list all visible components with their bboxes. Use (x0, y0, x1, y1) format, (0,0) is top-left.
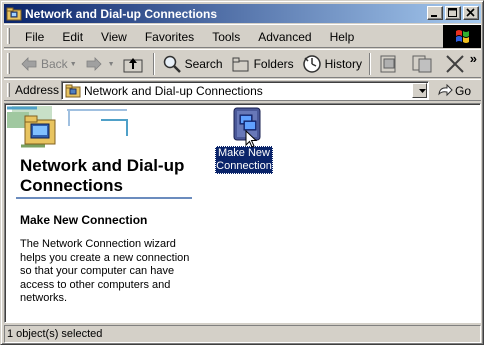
address-dropdown-button[interactable] (412, 83, 427, 98)
menu-help[interactable]: Help (321, 29, 364, 45)
forward-dropdown-icon[interactable]: ▼ (108, 61, 115, 68)
maximize-icon (448, 8, 457, 17)
title-bar[interactable]: Network and Dial-up Connections (4, 4, 481, 23)
address-label: Address (15, 83, 60, 97)
address-bar: Address Network and Dial-up Connections … (4, 79, 481, 101)
back-arrow-icon (21, 57, 37, 71)
chevron-down-icon (419, 89, 426, 93)
panel-description: The Network Connection wizard helps you … (20, 238, 190, 304)
go-arrow-icon (438, 83, 453, 96)
folders-icon (232, 57, 249, 72)
address-value: Network and Dial-up Connections (84, 83, 263, 98)
mouse-pointer-icon (245, 130, 257, 148)
status-text: 1 object(s) selected (4, 325, 481, 343)
move-to-button[interactable] (374, 53, 407, 75)
webview-header-graphic (7, 106, 128, 148)
menu-favorites[interactable]: Favorites (136, 29, 203, 45)
up-folder-icon (123, 58, 143, 73)
standard-toolbar: Back ▼ ▼ Search Folders History » (4, 49, 481, 78)
folder-view[interactable]: Network and Dial-up Connections Make New… (4, 103, 481, 323)
toolbar-separator (152, 53, 155, 75)
windows-logo (443, 25, 481, 48)
back-button[interactable]: Back ▼ (16, 53, 81, 75)
back-dropdown-icon[interactable]: ▼ (70, 61, 77, 68)
maximize-button[interactable] (445, 6, 461, 20)
go-label: Go (455, 83, 472, 98)
search-icon (163, 55, 181, 73)
explorer-window: Network and Dial-up Connections File Edi… (0, 0, 484, 345)
back-label: Back (41, 57, 68, 71)
history-label: History (324, 57, 362, 71)
delete-x-icon (446, 55, 464, 73)
history-button[interactable]: History (298, 53, 366, 75)
copy-to-icon (412, 55, 432, 73)
copy-to-button[interactable] (407, 53, 440, 75)
toolbar-separator (368, 53, 371, 75)
windows-flag-icon (456, 30, 469, 43)
history-clock-icon (302, 55, 321, 73)
up-button[interactable] (119, 53, 150, 75)
menu-bar: File Edit View Favorites Tools Advanced … (4, 24, 481, 48)
address-input[interactable]: Network and Dial-up Connections (61, 81, 429, 100)
move-to-icon (380, 55, 396, 73)
go-button[interactable]: Go (437, 81, 471, 100)
panel-divider (16, 197, 192, 199)
folders-label: Folders (253, 57, 294, 71)
minimize-icon (431, 15, 437, 17)
toolbar-grip[interactable] (7, 53, 10, 74)
menu-grip[interactable] (7, 28, 10, 44)
window-title: Network and Dial-up Connections (25, 6, 218, 21)
close-button[interactable] (463, 6, 479, 20)
menu-file[interactable]: File (16, 29, 53, 45)
delete-button[interactable] (440, 53, 473, 75)
menu-advanced[interactable]: Advanced (249, 29, 320, 45)
forward-button[interactable]: ▼ (81, 53, 119, 75)
panel-title: Network and Dial-up Connections (20, 156, 185, 195)
item-label: Make New Connection (215, 146, 273, 174)
network-folder-icon (6, 7, 22, 20)
search-button[interactable]: Search (158, 53, 227, 75)
forward-arrow-icon (86, 57, 102, 71)
menu-edit[interactable]: Edit (53, 29, 92, 45)
status-bar: 1 object(s) selected (4, 325, 481, 343)
panel-heading: Make New Connection (20, 213, 148, 227)
address-grip[interactable] (7, 83, 10, 97)
menu-view[interactable]: View (92, 29, 136, 45)
close-icon (466, 8, 475, 17)
folders-button[interactable]: Folders (227, 53, 298, 75)
search-label: Search (184, 57, 223, 71)
network-folder-icon (65, 84, 81, 97)
minimize-button[interactable] (427, 6, 443, 20)
toolbar-more-chevron[interactable]: » (470, 51, 477, 66)
menu-tools[interactable]: Tools (203, 29, 249, 45)
